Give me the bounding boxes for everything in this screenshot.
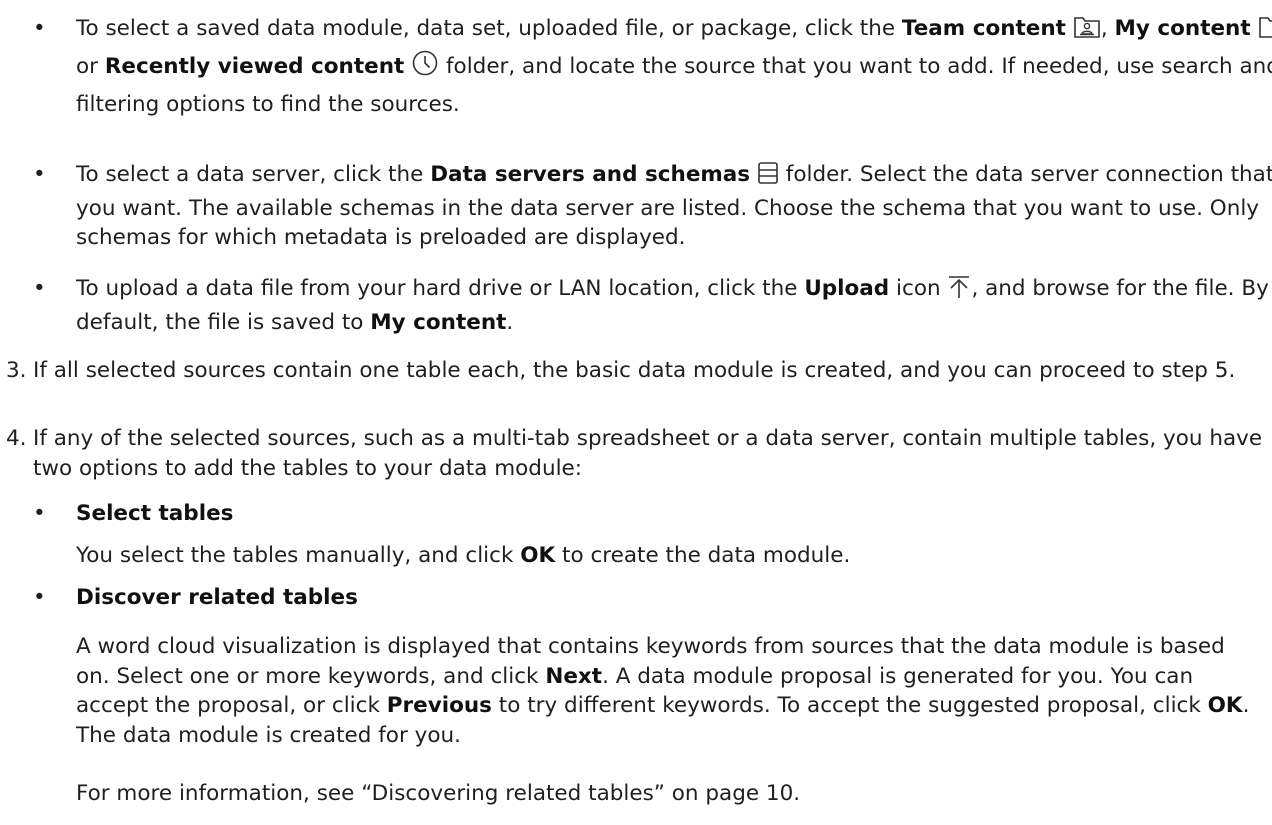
step-3: 3. If all selected sources contain one t… bbox=[6, 356, 1272, 386]
team-folder-icon bbox=[1073, 15, 1101, 49]
my-content-label: My content bbox=[1114, 16, 1251, 41]
option-title: Discover related tables bbox=[76, 585, 358, 610]
bullet-data-servers: To select a data server, click the Data … bbox=[28, 160, 1272, 253]
option-select-tables: Select tables bbox=[28, 499, 1272, 529]
step-number: 4. bbox=[6, 426, 27, 451]
bullet-upload: To upload a data file from your hard dri… bbox=[28, 274, 1272, 337]
step-4: 4. If any of the selected sources, such … bbox=[6, 424, 1272, 483]
upload-icon bbox=[947, 275, 971, 308]
option-select-description: You select the tables manually, and clic… bbox=[76, 543, 851, 568]
bullet-saved-sources: To select a saved data module, data set,… bbox=[28, 12, 1272, 121]
recently-viewed-label: Recently viewed content bbox=[104, 54, 405, 80]
step-number: 3. bbox=[6, 358, 27, 383]
step-text: If all selected sources contain one tabl… bbox=[33, 358, 1236, 383]
upload-label: Upload bbox=[804, 276, 890, 301]
data-servers-label: Data servers and schemas bbox=[430, 162, 751, 187]
bullet-text: To select a saved data module, data set,… bbox=[76, 16, 902, 41]
option-title: Select tables bbox=[76, 501, 234, 526]
more-info-text: For more information, see “Discovering r… bbox=[76, 781, 801, 806]
clock-icon bbox=[411, 49, 439, 87]
option-discover-description: A word cloud visualization is displayed … bbox=[76, 634, 1250, 748]
document-page: To select a saved data module, data set,… bbox=[0, 0, 1272, 825]
team-content-label: Team content bbox=[901, 16, 1066, 41]
my-content-label-2: My content bbox=[370, 309, 507, 335]
step-text: If any of the selected sources, such as … bbox=[33, 426, 1263, 481]
option-discover-tables: Discover related tables bbox=[28, 583, 1272, 613]
database-icon bbox=[757, 161, 779, 194]
folder-icon bbox=[1258, 15, 1272, 49]
